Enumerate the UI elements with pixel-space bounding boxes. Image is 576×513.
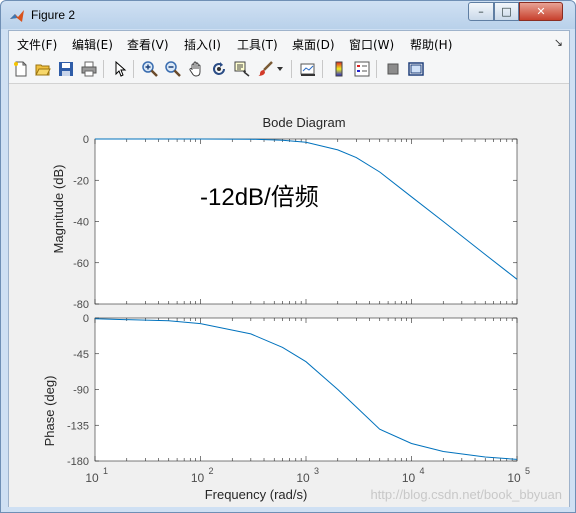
- phase-ytick-label: -135: [67, 420, 89, 432]
- bode-plot[interactable]: Bode Diagram Frequency (rad/s) Magnitude…: [9, 84, 569, 507]
- phase-ytick-label: -180: [67, 456, 89, 468]
- brush-icon[interactable]: [256, 60, 274, 78]
- menu-view[interactable]: 查看(V): [127, 36, 169, 53]
- phase-ytick-label: -90: [73, 385, 89, 397]
- plot-title: Bode Diagram: [262, 115, 345, 130]
- colorbar-icon[interactable]: [330, 60, 348, 78]
- toolbar-separator: [322, 60, 323, 78]
- data-cursor-icon[interactable]: [233, 60, 251, 78]
- x-axis-label: Frequency (rad/s): [205, 487, 308, 502]
- brush-dropdown-icon[interactable]: [275, 60, 285, 78]
- menu-edit[interactable]: 编辑(E): [72, 36, 113, 53]
- menu-overflow-icon[interactable]: ↘: [554, 36, 563, 49]
- x-tick-exponent: 5: [525, 466, 530, 476]
- menu-desktop[interactable]: 桌面(D): [292, 36, 335, 53]
- menu-tools[interactable]: 工具(T): [237, 36, 278, 53]
- phase-axes-box: [94, 317, 518, 462]
- close-button[interactable]: ✕: [519, 2, 563, 21]
- rotate-3d-icon[interactable]: [210, 60, 228, 78]
- magnitude-ytick-label: -80: [73, 299, 89, 311]
- magnitude-ytick-label: -40: [73, 217, 89, 229]
- x-tick-exponent: 3: [314, 466, 319, 476]
- magnitude-axes-box: [94, 138, 518, 305]
- zoom-out-icon[interactable]: [164, 60, 182, 78]
- menu-insert[interactable]: 插入(I): [184, 36, 221, 53]
- x-tick-exponent: 1: [103, 466, 108, 476]
- phase-axes[interactable]: 0 -45 -90 -135 -180: [67, 313, 518, 468]
- menu-bar: 文件(F) 编辑(E) 查看(V) 插入(I) 工具(T) 桌面(D) 窗口(W…: [9, 31, 569, 56]
- show-plot-tools-icon[interactable]: [407, 60, 425, 78]
- figure-window: Figure 2 – □ ✕ 文件(F) 编辑(E) 查看(V) 插入(I) 工…: [0, 0, 576, 513]
- slope-annotation: -12dB/倍频: [200, 184, 319, 211]
- x-tick-label: 10: [296, 471, 310, 485]
- maximize-button[interactable]: □: [494, 2, 519, 21]
- menu-window[interactable]: 窗口(W): [349, 36, 394, 53]
- menu-file[interactable]: 文件(F): [17, 36, 57, 53]
- phase-ytick-label: 0: [83, 313, 89, 325]
- x-tick-exponent: 2: [209, 466, 214, 476]
- menu-help[interactable]: 帮助(H): [410, 36, 452, 53]
- phase-y-label: Phase (deg): [42, 376, 57, 447]
- figure-client-area: 文件(F) 编辑(E) 查看(V) 插入(I) 工具(T) 桌面(D) 窗口(W…: [8, 30, 570, 507]
- watermark-text: http://blog.csdn.net/book_bbyuan: [370, 487, 562, 502]
- minimize-button[interactable]: –: [468, 2, 494, 21]
- magnitude-ytick-label: -60: [73, 258, 89, 270]
- hide-plot-tools-icon[interactable]: [384, 60, 402, 78]
- legend-icon[interactable]: [353, 60, 371, 78]
- link-plot-icon[interactable]: [299, 60, 317, 78]
- toolbar-separator: [291, 60, 292, 78]
- pointer-icon[interactable]: [111, 60, 129, 78]
- pan-hand-icon[interactable]: [187, 60, 205, 78]
- title-bar[interactable]: Figure 2 – □ ✕: [1, 1, 575, 30]
- magnitude-y-label: Magnitude (dB): [51, 165, 66, 254]
- open-icon[interactable]: [34, 60, 52, 78]
- x-tick-exponent: 4: [420, 466, 425, 476]
- matlab-app-icon: [10, 10, 24, 22]
- toolbar-separator: [376, 60, 377, 78]
- figure-canvas[interactable]: Bode Diagram Frequency (rad/s) Magnitude…: [9, 84, 569, 507]
- window-title: Figure 2: [31, 8, 76, 22]
- new-figure-icon[interactable]: [12, 60, 30, 78]
- print-icon[interactable]: [80, 60, 98, 78]
- x-tick-label: 10: [507, 471, 521, 485]
- x-tick-label: 10: [402, 471, 416, 485]
- toolbar-separator: [133, 60, 134, 78]
- x-tick-label: 10: [85, 471, 99, 485]
- toolbar-separator: [103, 60, 104, 78]
- magnitude-ytick-label: 0: [83, 134, 89, 146]
- figure-toolbar: [9, 55, 569, 84]
- zoom-in-icon[interactable]: [141, 60, 159, 78]
- x-tick-label: 10: [191, 471, 205, 485]
- save-icon[interactable]: [57, 60, 75, 78]
- magnitude-axes[interactable]: 0 -20 -40 -60 -80: [73, 134, 518, 311]
- magnitude-ytick-label: -20: [73, 175, 89, 187]
- phase-ytick-label: -45: [73, 349, 89, 361]
